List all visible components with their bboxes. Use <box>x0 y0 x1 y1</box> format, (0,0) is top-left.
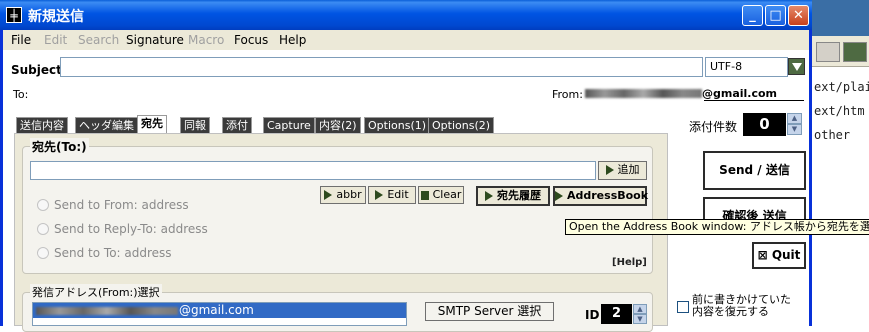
quit-icon: ⊠ <box>757 248 772 262</box>
attach-up-icon[interactable]: ▲ <box>787 113 802 124</box>
add-button-label: 追加 <box>617 163 640 176</box>
restore-draft-label-line2: 内容を復元する <box>692 305 769 318</box>
send-to-from-label: Send to From: address <box>54 198 189 212</box>
abbr-button-label: abbr <box>336 188 362 201</box>
from-address-redacted <box>36 307 178 315</box>
menu-edit[interactable]: Edit <box>44 33 67 47</box>
corner-icon <box>485 191 493 201</box>
minimize-button[interactable]: _ <box>742 5 763 26</box>
tab-capture[interactable]: Capture <box>263 117 315 134</box>
from-address-redacted <box>585 89 702 98</box>
menu-file[interactable]: File <box>11 33 31 47</box>
tab-options-2[interactable]: Options(2) <box>428 117 495 134</box>
tab-send-content[interactable]: 送信内容 <box>16 117 68 134</box>
edit-button[interactable]: Edit <box>368 186 416 204</box>
quit-label: Quit <box>771 248 801 262</box>
radio-send-to-to[interactable] <box>37 247 49 259</box>
from-address-domain: @gmail.com <box>179 303 254 317</box>
chevron-down-icon[interactable] <box>788 58 805 75</box>
title-bar: ╪ 新規送信 _ □ ✕ <box>0 0 812 30</box>
app-icon: ╪ <box>6 7 22 23</box>
from-label: From: <box>552 88 583 101</box>
clear-button-label: Clear <box>432 188 462 201</box>
menu-macro[interactable]: Macro <box>188 33 224 47</box>
id-up-icon[interactable]: ▲ <box>633 304 647 314</box>
background-toolbar-button[interactable] <box>843 42 867 62</box>
menu-signature[interactable]: Signature <box>126 33 184 47</box>
smtp-server-button[interactable]: SMTP Server 選択 <box>425 302 554 321</box>
from-underline <box>704 100 804 101</box>
abbr-button[interactable]: abbr <box>320 186 366 204</box>
id-value[interactable]: 2 <box>601 304 632 324</box>
background-text-line: ext/plai <box>814 80 869 94</box>
play-icon <box>324 190 333 200</box>
tab-options-1[interactable]: Options(1) <box>364 117 431 134</box>
menu-help[interactable]: Help <box>279 33 306 47</box>
recipient-history-button[interactable]: 宛先履歴 <box>476 186 550 206</box>
id-down-icon[interactable]: ▼ <box>633 314 647 324</box>
menu-bar: File Edit Search Signature Macro Focus H… <box>3 30 809 50</box>
send-to-to-label: Send to To: address <box>54 246 172 260</box>
attach-count-label: 添付件数 <box>689 120 738 134</box>
quit-button[interactable]: ⊠ Quit <box>752 242 806 269</box>
window-title: 新規送信 <box>28 9 84 25</box>
from-group-label: 発信アドレス(From:)選択 <box>30 284 162 300</box>
tab-header-edit[interactable]: ヘッダ編集 <box>75 117 138 134</box>
addressbook-button[interactable]: AddressBook <box>553 186 649 206</box>
tab-recipients[interactable]: 宛先 <box>137 115 167 135</box>
play-icon <box>605 165 614 175</box>
background-text-line: ext/htm <box>814 104 865 118</box>
menu-search[interactable]: Search <box>78 33 119 47</box>
add-button[interactable]: 追加 <box>598 161 647 180</box>
attach-count-value[interactable]: 0 <box>743 113 786 136</box>
restore-draft-label: 前に書きかけていた 内容を復元する <box>692 294 791 318</box>
addressbook-label: AddressBook <box>567 189 649 202</box>
addressbook-tooltip: Open the Address Book window: アドレス帳から宛先を… <box>565 219 869 235</box>
edit-button-label: Edit <box>387 188 409 201</box>
menu-focus[interactable]: Focus <box>234 33 268 47</box>
recipient-group-label: 宛先(To:) <box>30 138 89 155</box>
tab-attach[interactable]: 添付 <box>222 117 252 134</box>
corner-icon <box>555 191 563 201</box>
to-address-input[interactable] <box>30 161 596 180</box>
square-icon <box>420 190 429 200</box>
subject-input[interactable] <box>60 57 703 77</box>
subject-label: Subject <box>11 63 62 77</box>
help-link[interactable]: [Help] <box>612 257 647 268</box>
maximize-button[interactable]: □ <box>765 5 786 26</box>
background-toolbar-button[interactable] <box>816 42 840 62</box>
tab-content-2[interactable]: 内容(2) <box>315 117 361 134</box>
to-label: To: <box>13 88 29 101</box>
send-button[interactable]: Send / 送信 <box>703 151 806 190</box>
send-to-reply-to-label: Send to Reply-To: address <box>54 222 208 236</box>
radio-send-to-from[interactable] <box>37 199 49 211</box>
radio-send-to-reply-to[interactable] <box>37 223 49 235</box>
recipient-history-label: 宛先履歴 <box>497 189 541 202</box>
close-button[interactable]: ✕ <box>788 5 809 26</box>
from-domain: @gmail.com <box>702 87 778 100</box>
background-window: ext/plai ext/htm other <box>810 0 869 326</box>
background-window-titlebar <box>810 0 869 36</box>
restore-draft-checkbox[interactable] <box>677 301 689 313</box>
encoding-select[interactable]: UTF-8 <box>705 57 788 77</box>
play-icon <box>375 190 384 200</box>
clear-button[interactable]: Clear <box>418 186 464 204</box>
id-label: ID <box>585 308 600 322</box>
tab-cc[interactable]: 同報 <box>180 117 210 134</box>
background-text-line: other <box>814 128 851 142</box>
attach-down-icon[interactable]: ▼ <box>787 124 802 135</box>
